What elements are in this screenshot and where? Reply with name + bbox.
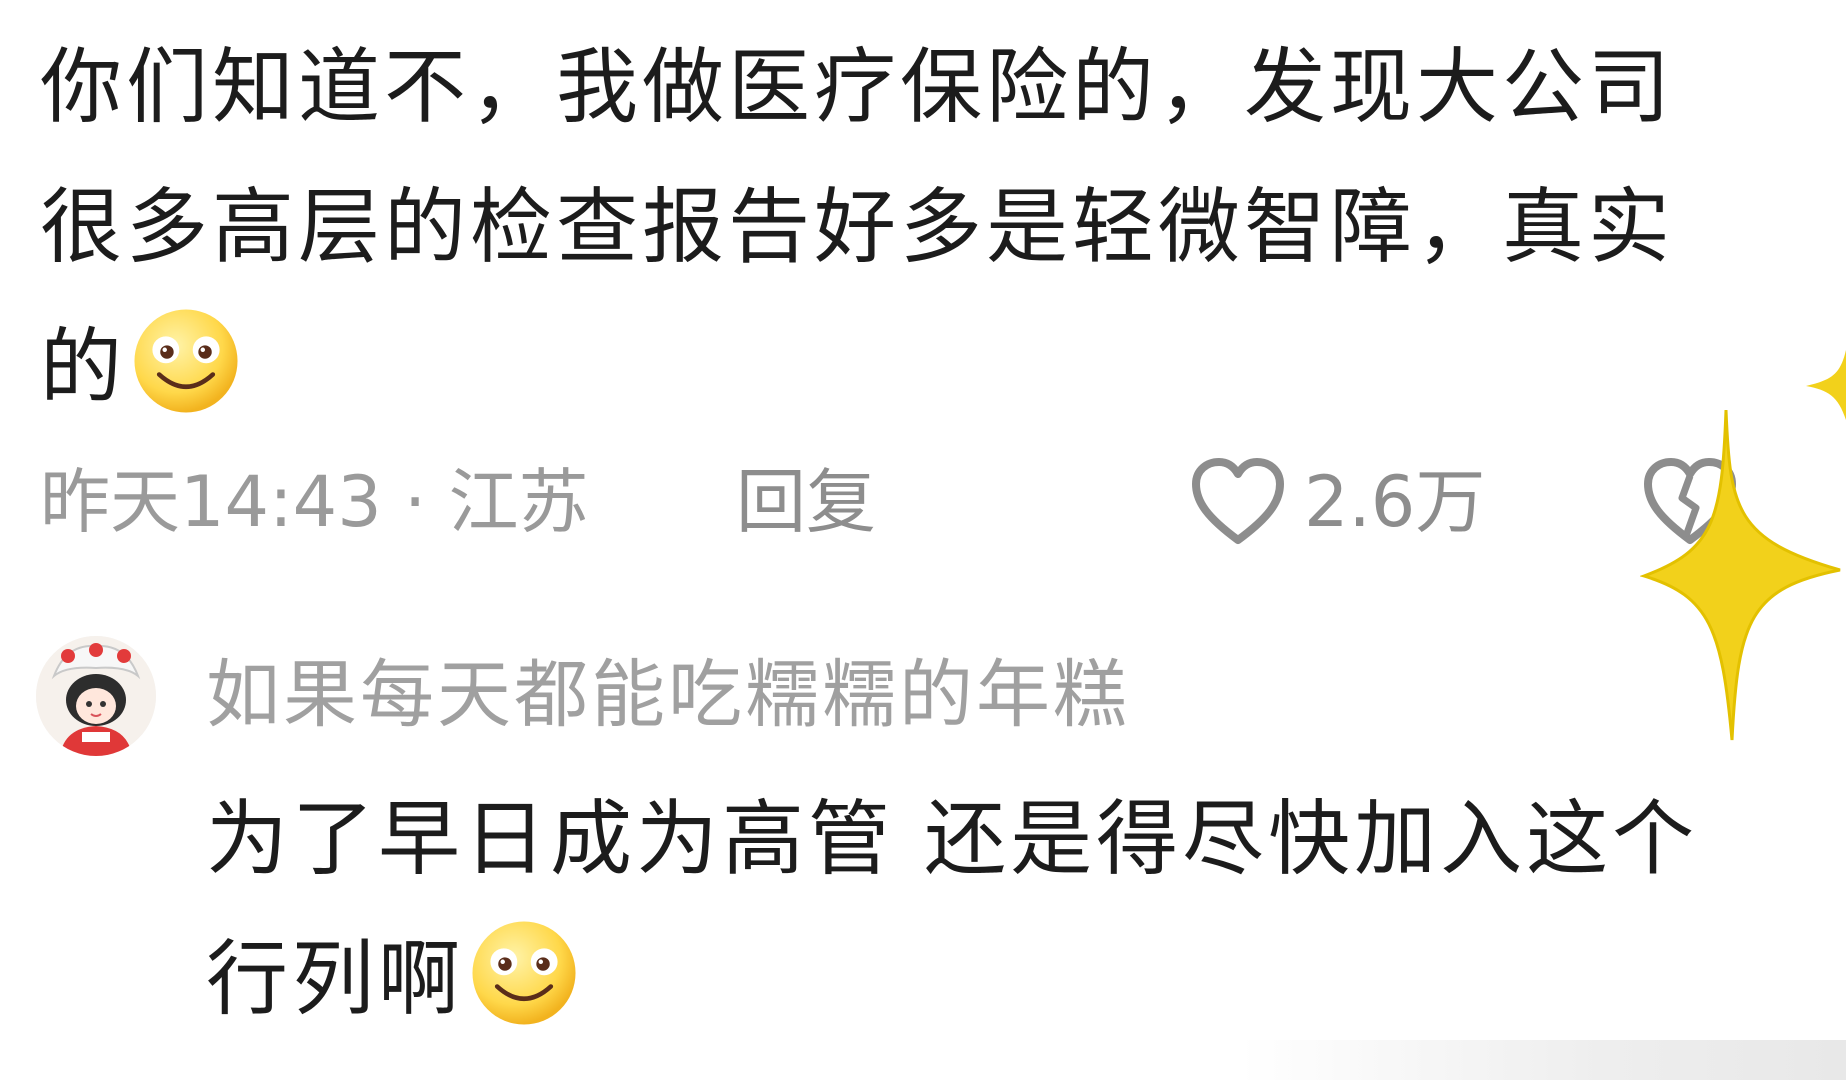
sparkle-decoration-icon — [1640, 409, 1841, 741]
sparkle-edge-decoration-icon — [1806, 350, 1846, 420]
heart-outline-icon[interactable] — [1188, 456, 1288, 548]
reply-username[interactable]: 如果每天都能吃糯糯的年糕 — [206, 650, 1130, 740]
bottom-fade-overlay — [1240, 1040, 1846, 1080]
main-comment: 你们知道不，我做医疗保险的，发现大公司很多高层的检查报告好多是轻微智障，真实的 — [40, 18, 1740, 438]
like-count: 2.6万 — [1304, 461, 1486, 543]
avatar[interactable] — [36, 636, 156, 756]
reply-comment-text: 为了早日成为高管 还是得尽快加入这个行列啊 — [206, 792, 1699, 1027]
smiley-face-emoji-icon — [134, 309, 238, 413]
comment-timestamp-location: 昨天14:43 · 江苏 — [40, 461, 589, 543]
main-comment-text: 你们知道不，我做医疗保险的，发现大公司很多高层的检查报告好多是轻微智障，真实的 — [40, 40, 1675, 415]
avatar-girl-icon — [36, 636, 156, 756]
smiley-face-emoji-icon — [472, 921, 576, 1025]
reply-comment: 为了早日成为高管 还是得尽快加入这个行列啊 — [206, 770, 1766, 1050]
reply-button[interactable]: 回复 — [736, 462, 876, 542]
